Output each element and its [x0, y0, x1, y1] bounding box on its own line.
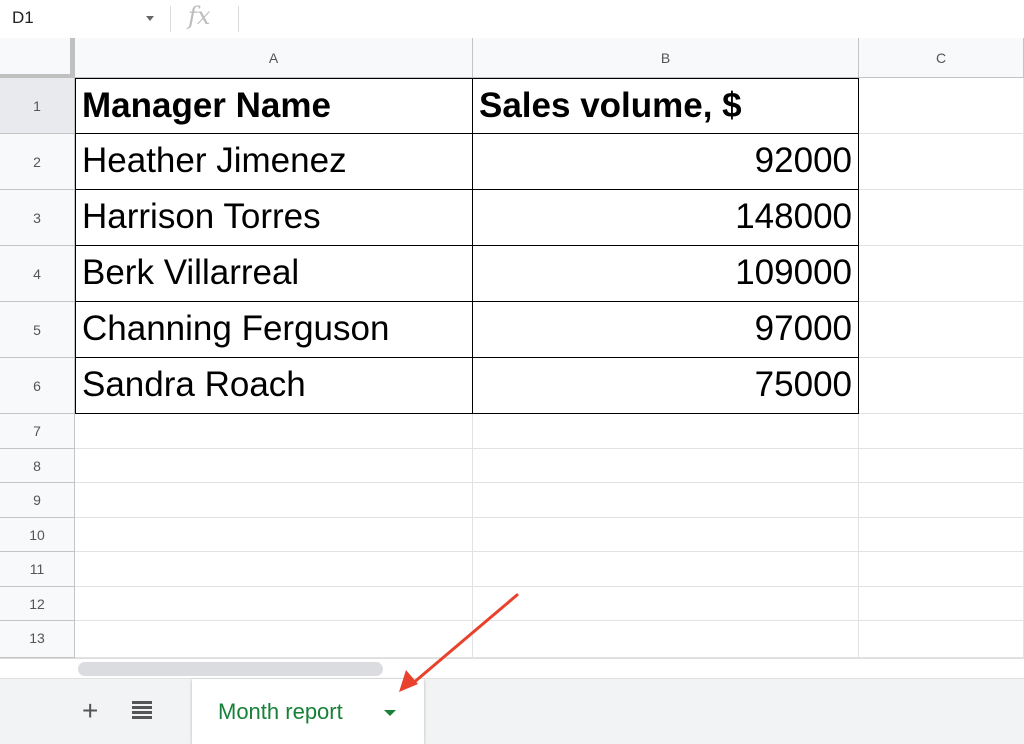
row-header-2[interactable]: 2 — [0, 134, 75, 190]
row-header-5[interactable]: 5 — [0, 302, 75, 358]
sheet-bar: + Month report — [0, 678, 1024, 744]
divider — [170, 6, 171, 32]
cell-b11[interactable] — [473, 552, 859, 587]
cell-sales-volume[interactable]: 92000 — [472, 133, 859, 190]
header-cell-manager-name[interactable]: Manager Name — [75, 78, 473, 134]
row-header-8[interactable]: 8 — [0, 449, 75, 483]
scrollbar-thumb[interactable] — [78, 662, 383, 676]
cell-c2[interactable] — [859, 134, 1024, 190]
cell-c12[interactable] — [859, 587, 1024, 621]
divider — [238, 6, 239, 32]
cell-c6[interactable] — [859, 358, 1024, 414]
row-header-10[interactable]: 10 — [0, 518, 75, 552]
cell-manager-name[interactable]: Sandra Roach — [75, 357, 473, 414]
cell-sales-volume[interactable]: 109000 — [472, 245, 859, 302]
row-header-7[interactable]: 7 — [0, 414, 75, 449]
horizontal-scrollbar[interactable] — [0, 658, 1024, 679]
cell-a13[interactable] — [75, 621, 473, 658]
formula-bar: D1 fx — [0, 0, 1024, 39]
column-header-c[interactable]: C — [859, 38, 1024, 78]
cell-manager-name[interactable]: Channing Ferguson — [75, 301, 473, 358]
row-header-6[interactable]: 6 — [0, 358, 75, 414]
cell-a7[interactable] — [75, 414, 473, 449]
name-box[interactable]: D1 — [12, 8, 34, 28]
cell-a9[interactable] — [75, 483, 473, 518]
sheet-tab-label: Month report — [218, 699, 343, 724]
cell-b12[interactable] — [473, 587, 859, 621]
cell-b9[interactable] — [473, 483, 859, 518]
cell-c5[interactable] — [859, 302, 1024, 358]
cell-a10[interactable] — [75, 518, 473, 552]
all-sheets-list-icon[interactable] — [132, 701, 152, 721]
cell-c3[interactable] — [859, 190, 1024, 246]
row-header-9[interactable]: 9 — [0, 483, 75, 518]
sheet-tab-dropdown-icon[interactable] — [384, 710, 396, 716]
column-header-b[interactable]: B — [473, 38, 859, 78]
cell-c10[interactable] — [859, 518, 1024, 552]
cell-c8[interactable] — [859, 449, 1024, 483]
cell-sales-volume[interactable]: 148000 — [472, 189, 859, 246]
cell-c13[interactable] — [859, 621, 1024, 658]
cell-a12[interactable] — [75, 587, 473, 621]
cell-b7[interactable] — [473, 414, 859, 449]
cell-c11[interactable] — [859, 552, 1024, 587]
cell-b8[interactable] — [473, 449, 859, 483]
row-header-13[interactable]: 13 — [0, 621, 75, 658]
cell-manager-name[interactable]: Harrison Torres — [75, 189, 473, 246]
header-cell-sales-volume[interactable]: Sales volume, $ — [472, 78, 859, 134]
row-header-4[interactable]: 4 — [0, 246, 75, 302]
fx-icon: fx — [188, 2, 211, 30]
cell-manager-name[interactable]: Berk Villarreal — [75, 245, 473, 302]
cell-sales-volume[interactable]: 97000 — [472, 301, 859, 358]
name-box-dropdown-icon[interactable] — [146, 16, 154, 21]
sheet-tab-month-report[interactable]: Month report — [192, 679, 424, 744]
select-all-corner[interactable] — [0, 38, 75, 79]
cell-a8[interactable] — [75, 449, 473, 483]
cell-sales-volume[interactable]: 75000 — [472, 357, 859, 414]
cell-c9[interactable] — [859, 483, 1024, 518]
cell-c7[interactable] — [859, 414, 1024, 449]
cell-manager-name[interactable]: Heather Jimenez — [75, 133, 473, 190]
row-header-1[interactable]: 1 — [0, 78, 75, 134]
add-sheet-button[interactable]: + — [82, 695, 98, 727]
row-header-3[interactable]: 3 — [0, 190, 75, 246]
cell-b13[interactable] — [473, 621, 859, 658]
cell-c1[interactable] — [859, 78, 1024, 134]
cell-c4[interactable] — [859, 246, 1024, 302]
row-header-11[interactable]: 11 — [0, 552, 75, 587]
cell-b10[interactable] — [473, 518, 859, 552]
column-header-a[interactable]: A — [75, 38, 473, 78]
row-header-12[interactable]: 12 — [0, 587, 75, 621]
cell-a11[interactable] — [75, 552, 473, 587]
